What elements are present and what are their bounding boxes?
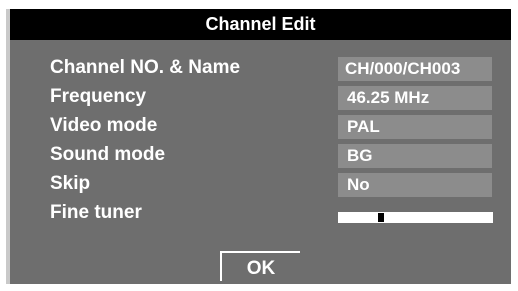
row-sound-mode[interactable]: Sound mode BG: [10, 142, 511, 168]
frequency-label: Frequency: [50, 86, 147, 107]
video-mode-value[interactable]: PAL: [338, 115, 492, 139]
channel-name-value[interactable]: CH/000/CH003: [338, 57, 492, 81]
channel-edit-dialog: Channel Edit Channel NO. & Name CH/000/C…: [6, 9, 511, 284]
row-skip[interactable]: Skip No: [10, 171, 511, 197]
video-mode-label: Video mode: [50, 115, 158, 136]
dialog-title: Channel Edit: [10, 9, 511, 40]
skip-value[interactable]: No: [338, 173, 492, 197]
row-video-mode[interactable]: Video mode PAL: [10, 113, 511, 139]
sound-mode-value[interactable]: BG: [338, 144, 492, 168]
row-channel-name[interactable]: Channel NO. & Name CH/000/CH003: [10, 55, 511, 81]
sound-mode-label: Sound mode: [50, 144, 166, 165]
frequency-value[interactable]: 46.25 MHz: [338, 86, 492, 110]
fine-tuner-slider[interactable]: [338, 212, 493, 223]
fine-tuner-thumb[interactable]: [378, 213, 384, 222]
fine-tuner-label: Fine tuner: [50, 202, 142, 223]
skip-label: Skip: [50, 173, 91, 194]
ok-button[interactable]: OK: [220, 251, 300, 281]
channel-name-label: Channel NO. & Name: [50, 57, 241, 78]
row-frequency[interactable]: Frequency 46.25 MHz: [10, 84, 511, 110]
